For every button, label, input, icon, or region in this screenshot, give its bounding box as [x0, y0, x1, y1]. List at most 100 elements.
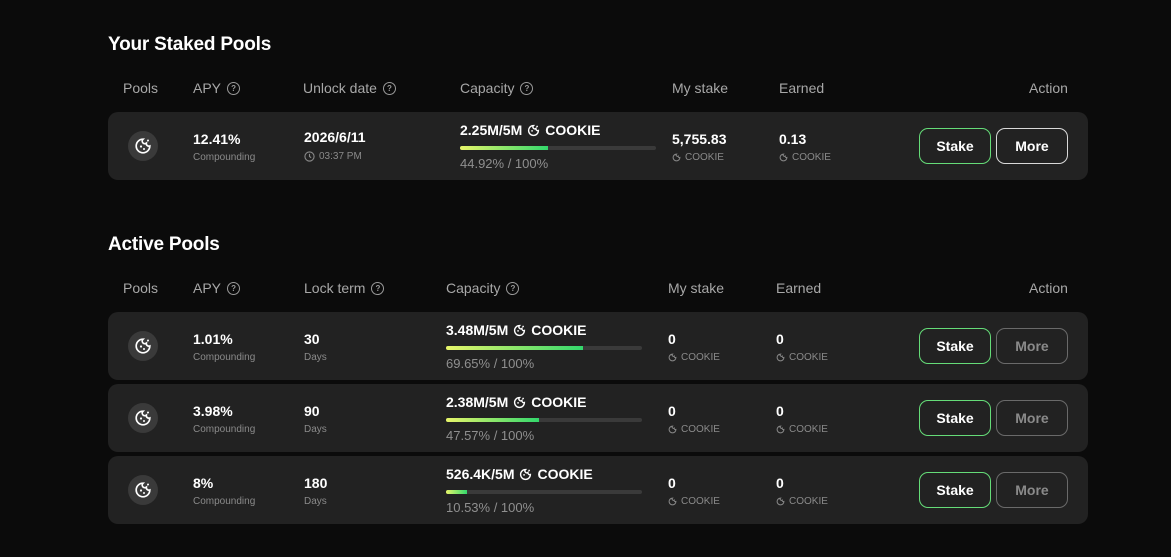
- apy-sub: Compounding: [193, 352, 256, 363]
- column-header-action: Action: [1029, 80, 1068, 96]
- active-pools-section: Active Pools Pools APY? Lock term? Capac…: [108, 200, 1088, 557]
- staked-pool-row: 12.41% Compounding 2026/6/11 03:37 PM 2.…: [108, 112, 1088, 180]
- header-label: Action: [1029, 280, 1068, 296]
- header-label: My stake: [668, 280, 725, 296]
- active-pool-row: 3.98% Compounding 90 Days 2.38M/5M COOKI…: [108, 384, 1088, 452]
- my-stake-unit: COOKIE: [668, 352, 720, 363]
- cookie-icon: [128, 331, 158, 361]
- earned-unit-text: COOKIE: [789, 424, 828, 435]
- capacity-percent: 44.92% / 100%: [460, 156, 549, 171]
- capacity-amount: 2.38M/5M: [446, 394, 509, 410]
- capacity-amount: 526.4K/5M: [446, 466, 515, 482]
- cookie-icon: [128, 131, 158, 161]
- capacity-percent: 69.65% / 100%: [446, 356, 535, 371]
- header-label: Capacity: [460, 80, 515, 96]
- help-circle-icon[interactable]: ?: [520, 81, 534, 95]
- column-header-capacity: Capacity?: [460, 80, 534, 96]
- header-label: Lock term: [304, 280, 366, 296]
- my-stake-value: 0: [668, 475, 676, 491]
- cookie-icon: [776, 425, 785, 434]
- earned-unit: COOKIE: [779, 152, 831, 163]
- earned-unit-text: COOKIE: [789, 496, 828, 507]
- apy-sub: Compounding: [193, 424, 256, 435]
- cookie-icon: [128, 403, 158, 433]
- earned-unit: COOKIE: [776, 496, 828, 507]
- unlock-time-text: 03:37 PM: [319, 151, 362, 162]
- capacity-value: 2.38M/5M COOKIE: [446, 394, 586, 410]
- stake-button[interactable]: Stake: [919, 128, 991, 164]
- capacity-progress-fill: [446, 418, 540, 422]
- my-stake-unit: COOKIE: [672, 152, 724, 163]
- capacity-progress-fill: [446, 346, 583, 350]
- capacity-progress-bar: [446, 418, 642, 422]
- cookie-icon: [514, 324, 526, 336]
- column-header-lock-term: Lock term?: [304, 280, 385, 296]
- my-stake-unit: COOKIE: [668, 496, 720, 507]
- earned-value: 0.13: [779, 131, 807, 147]
- help-circle-icon[interactable]: ?: [382, 81, 396, 95]
- lock-term-value: 90: [304, 403, 320, 419]
- header-label: Unlock date: [303, 80, 377, 96]
- capacity-progress-fill: [460, 146, 549, 150]
- my-stake-unit-text: COOKIE: [685, 152, 724, 163]
- lock-term-unit: Days: [304, 352, 327, 363]
- active-pool-row: 1.01% Compounding 30 Days 3.48M/5M COOKI…: [108, 312, 1088, 380]
- column-header-unlock-date: Unlock date?: [303, 80, 396, 96]
- section-title: Active Pools: [108, 234, 220, 255]
- column-header-earned: Earned: [776, 280, 821, 296]
- more-button[interactable]: More: [996, 328, 1068, 364]
- apy-value: 1.01%: [193, 331, 233, 347]
- column-header-pools: Pools: [123, 80, 158, 96]
- more-button[interactable]: More: [996, 472, 1068, 508]
- earned-value: 0: [776, 475, 784, 491]
- capacity-token: COOKIE: [531, 394, 587, 410]
- unlock-date: 2026/6/11: [304, 129, 366, 145]
- column-header-pools: Pools: [123, 280, 158, 296]
- capacity-percent: 10.53% / 100%: [446, 500, 535, 515]
- apy-sub: Compounding: [193, 152, 256, 163]
- capacity-token: COOKIE: [531, 322, 587, 338]
- cookie-icon: [779, 153, 788, 162]
- help-circle-icon[interactable]: ?: [227, 281, 241, 295]
- header-label: My stake: [672, 80, 729, 96]
- header-label: Action: [1029, 80, 1068, 96]
- help-circle-icon[interactable]: ?: [227, 81, 241, 95]
- header-label: Earned: [779, 80, 825, 96]
- capacity-percent: 47.57% / 100%: [446, 428, 535, 443]
- capacity-progress-fill: [446, 490, 467, 494]
- active-pool-row: 8% Compounding 180 Days 526.4K/5M COOKIE…: [108, 456, 1088, 524]
- more-button[interactable]: More: [996, 400, 1068, 436]
- cookie-icon: [668, 353, 677, 362]
- apy-value: 3.98%: [193, 403, 233, 419]
- cookie-icon: [514, 396, 526, 408]
- help-circle-icon[interactable]: ?: [506, 281, 520, 295]
- column-header-earned: Earned: [779, 80, 824, 96]
- column-header-apy: APY?: [193, 280, 241, 296]
- stake-button[interactable]: Stake: [919, 472, 991, 508]
- earned-unit-text: COOKIE: [792, 152, 831, 163]
- capacity-value: 526.4K/5M COOKIE: [446, 466, 593, 482]
- section-title: Your Staked Pools: [108, 34, 272, 55]
- cookie-icon: [776, 353, 785, 362]
- column-header-action: Action: [1029, 280, 1068, 296]
- apy-value: 12.41%: [193, 131, 241, 147]
- apy-sub: Compounding: [193, 496, 256, 507]
- header-label: APY: [193, 280, 222, 296]
- column-header-apy: APY?: [193, 80, 241, 96]
- help-circle-icon[interactable]: ?: [371, 281, 385, 295]
- stake-button[interactable]: Stake: [919, 328, 991, 364]
- cookie-icon: [668, 425, 677, 434]
- capacity-amount: 3.48M/5M: [446, 322, 509, 338]
- header-label: Pools: [123, 80, 159, 96]
- clock-icon: [304, 151, 315, 162]
- earned-value: 0: [776, 331, 784, 347]
- earned-value: 0: [776, 403, 784, 419]
- stake-button[interactable]: Stake: [919, 400, 991, 436]
- my-stake-value: 0: [668, 331, 676, 347]
- cookie-icon: [128, 475, 158, 505]
- more-button[interactable]: More: [996, 128, 1068, 164]
- lock-term-unit: Days: [304, 496, 327, 507]
- lock-term-value: 30: [304, 331, 320, 347]
- header-label: Capacity: [446, 280, 501, 296]
- lock-term-value: 180: [304, 475, 328, 491]
